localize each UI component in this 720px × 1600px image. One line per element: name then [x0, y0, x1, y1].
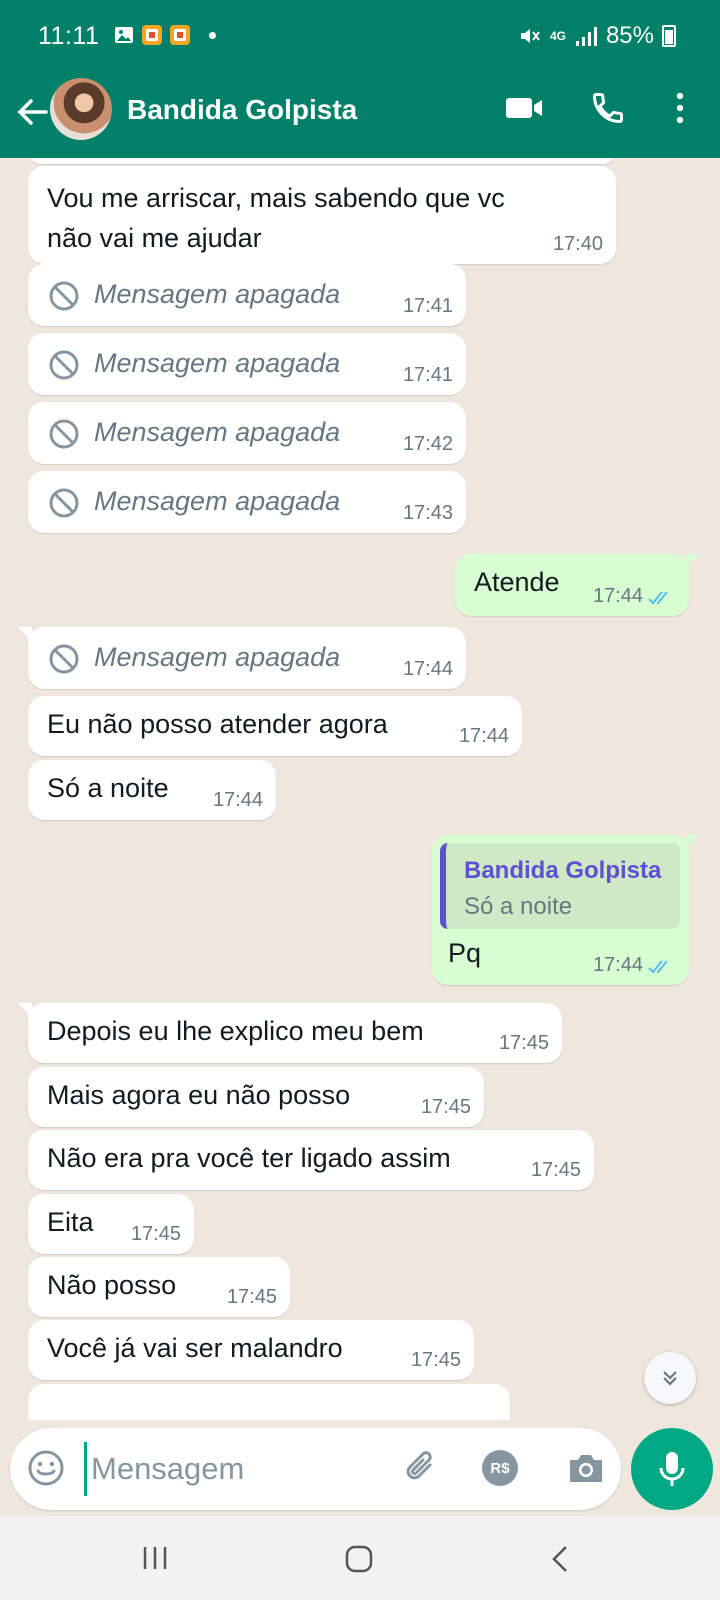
message-input[interactable] [84, 1442, 384, 1496]
message-bubble-incoming[interactable]: Não era pra você ter ligado assim 17:45 [28, 1130, 594, 1190]
system-indicators: 4G 85% [518, 22, 676, 50]
message-text: Só a noite [47, 773, 169, 803]
message-text: Vou me arriscar, mais sabendo que vc não… [47, 183, 505, 253]
message-text: Mensagem apagada [94, 642, 341, 672]
message-time: 17:41 [402, 295, 453, 317]
deleted-ban-icon [49, 488, 79, 518]
system-navigation-bar [0, 1516, 720, 1600]
quoted-message[interactable]: Bandida Golpista Só a noite [440, 843, 680, 929]
network-type: 4G [549, 29, 566, 43]
message-text: Pq [448, 938, 482, 968]
home-icon[interactable] [344, 1544, 374, 1574]
camera-icon[interactable] [566, 1450, 606, 1486]
deleted-message[interactable]: Mensagem apagada 17:41 [28, 333, 466, 395]
voice-call-icon[interactable] [590, 90, 626, 126]
message-time: 17:45 [410, 1349, 461, 1371]
message-text: Mensagem apagada [94, 348, 341, 378]
gallery-icon [115, 27, 133, 43]
message-text: Mais agora eu não posso [47, 1080, 351, 1110]
mute-icon [520, 29, 540, 43]
deleted-message[interactable]: Mensagem apagada 17:43 [28, 471, 466, 533]
battery-percent: 85% [605, 22, 654, 49]
battery-icon [662, 25, 676, 47]
message-text: Você já vai ser malandro [47, 1333, 343, 1363]
quoted-text: Só a noite [464, 893, 573, 920]
message-composer: R$ [10, 1428, 621, 1510]
message-time: 17:45 [498, 1032, 549, 1054]
recent-apps-icon[interactable] [140, 1544, 170, 1572]
deleted-message[interactable]: Mensagem apagada 17:42 [28, 402, 466, 464]
back-nav-icon[interactable] [548, 1544, 572, 1574]
message-text: Eita [47, 1207, 94, 1237]
payment-button[interactable]: R$ [482, 1450, 518, 1486]
message-text: Mensagem apagada [94, 486, 341, 516]
message-bubble-incoming[interactable]: Vou me arriscar, mais sabendo que vc não… [28, 166, 616, 264]
chat-area[interactable]: Vou me arriscar, mais sabendo que vc não… [0, 158, 720, 1420]
quoted-author: Bandida Golpista [464, 857, 662, 884]
message-time: 17:45 [530, 1159, 581, 1181]
message-text: Atende [474, 567, 560, 597]
read-ticks-icon [648, 960, 668, 974]
message-bubble-incoming[interactable]: Depois eu lhe explico meu bem 17:45 [18, 1003, 562, 1063]
message-bubble-incoming[interactable]: Mais agora eu não posso 17:45 [28, 1067, 484, 1127]
status-bar: 11:11 4G 85% [0, 0, 720, 72]
chat-header: Bandida Golpista [0, 72, 720, 158]
status-time: 11:11 [38, 22, 100, 50]
voice-message-button[interactable] [631, 1428, 713, 1510]
attach-icon[interactable] [402, 1448, 442, 1488]
app-notification-icon [142, 25, 162, 45]
emoji-icon[interactable] [26, 1448, 66, 1488]
deleted-message[interactable]: Mensagem apagada 17:41 [28, 264, 466, 326]
microphone-icon [659, 1452, 685, 1486]
message-time: 17:42 [402, 433, 453, 455]
message-text: Mensagem apagada [94, 417, 341, 447]
more-notifications-dot [209, 31, 216, 39]
message-bubble-incoming[interactable]: Não posso 17:45 [28, 1257, 290, 1317]
message-bubble-incoming[interactable]: Eita 17:45 [28, 1194, 194, 1254]
message-time: 17:41 [402, 364, 453, 386]
message-text: Depois eu lhe explico meu bem [47, 1016, 424, 1046]
message-time: 17:44 [212, 789, 263, 811]
more-options-icon[interactable] [672, 90, 688, 126]
notification-icons [113, 24, 216, 46]
deleted-ban-icon [49, 419, 79, 449]
deleted-ban-icon [49, 644, 79, 674]
read-ticks-icon [648, 591, 668, 605]
scroll-to-bottom-button[interactable] [644, 1352, 696, 1404]
double-chevron-down-icon [663, 1371, 677, 1386]
deleted-ban-icon [49, 281, 79, 311]
back-arrow-icon[interactable] [12, 92, 52, 132]
message-text: Mensagem apagada [94, 279, 341, 309]
message-text: Não era pra você ter ligado assim [47, 1143, 451, 1173]
deleted-ban-icon [49, 350, 79, 380]
message-time: 17:44 [592, 585, 643, 607]
message-time: 17:44 [458, 725, 509, 747]
contact-name[interactable]: Bandida Golpista [127, 94, 357, 126]
signal-icon [575, 27, 597, 46]
message-bubble-incoming[interactable] [28, 158, 616, 164]
message-time: 17:44 [592, 954, 643, 976]
video-call-icon[interactable] [504, 94, 544, 122]
message-time: 17:43 [402, 502, 453, 524]
contact-avatar[interactable] [50, 78, 112, 140]
message-bubble-incoming[interactable]: Eu não posso atender agora 17:44 [28, 696, 522, 756]
message-text: Não posso [47, 1270, 177, 1300]
message-bubble-incoming[interactable]: Só a noite 17:44 [28, 760, 276, 820]
message-time: 17:45 [130, 1223, 181, 1245]
message-bubble-outgoing-reply[interactable]: Bandida Golpista Só a noite Pq 17:44 [432, 835, 699, 985]
message-bubble-outgoing[interactable]: Atende 17:44 [455, 554, 699, 616]
message-time: 17:40 [552, 233, 603, 255]
message-time: 17:44 [402, 658, 453, 680]
message-bubble-incoming[interactable] [28, 1384, 510, 1420]
message-time: 17:45 [226, 1286, 277, 1308]
message-time: 17:45 [420, 1096, 471, 1118]
deleted-message[interactable]: Mensagem apagada 17:44 [18, 627, 466, 689]
app-notification-icon [170, 25, 190, 45]
message-bubble-incoming[interactable]: Você já vai ser malandro 17:45 [28, 1320, 474, 1380]
message-text: Eu não posso atender agora [47, 709, 388, 739]
